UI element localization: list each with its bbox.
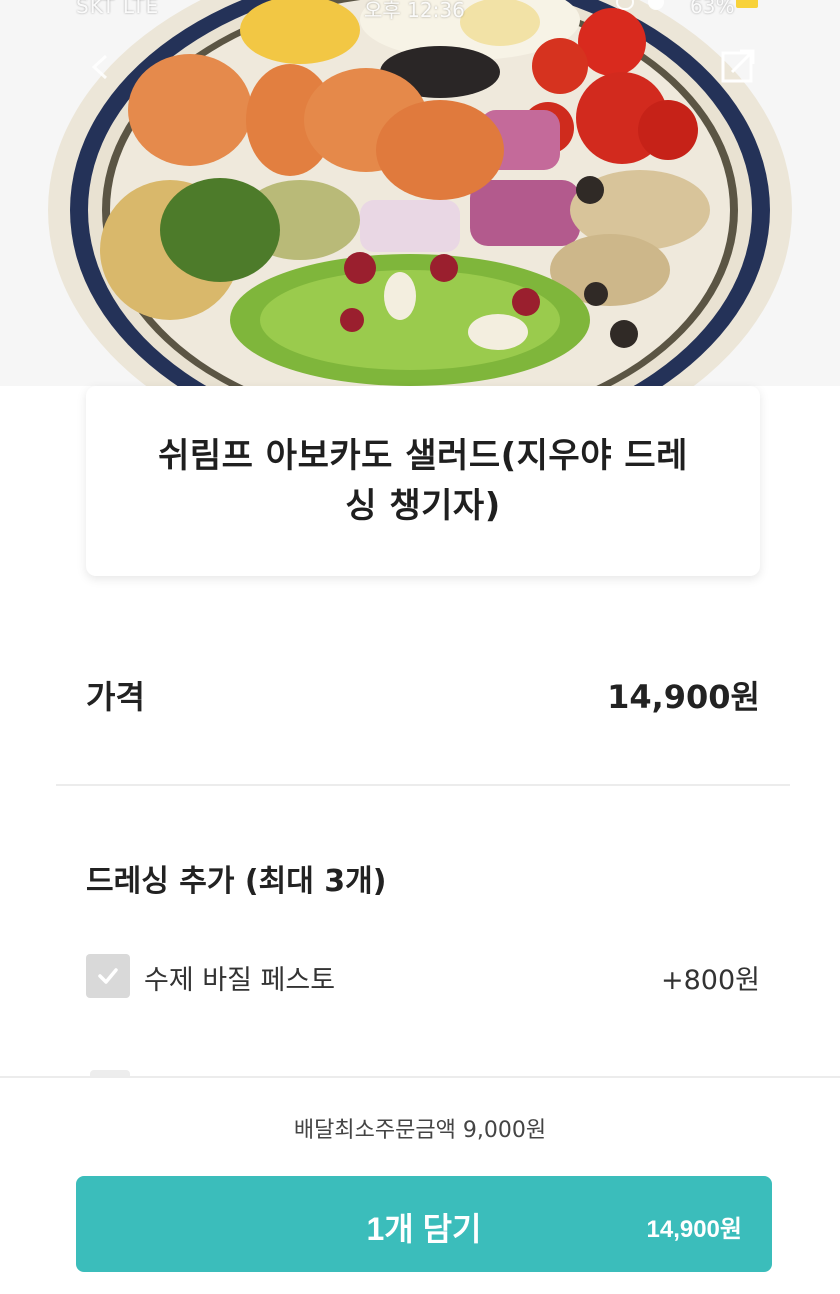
- share-icon: [721, 49, 755, 83]
- dressing-section-title: 드레싱 추가 (최대 3개): [86, 864, 387, 899]
- price-label: 가격: [86, 678, 145, 716]
- price-row: 가격 14,900원: [86, 668, 760, 718]
- divider: [56, 784, 790, 786]
- product-image: SKT LTE 오후 12:36 63%: [0, 0, 840, 386]
- battery-icon: [736, 0, 758, 8]
- share-button[interactable]: [720, 48, 756, 84]
- bluetooth-icon: [648, 0, 664, 10]
- clock: 오후 12:36: [364, 0, 465, 22]
- salad-photo: [48, 0, 792, 386]
- option-label: 수제 바질 페스토: [144, 965, 336, 996]
- min-order-amount: 배달최소주문금액 9,000원: [293, 1118, 547, 1143]
- product-title-card: 쉬림프 아보카도 샐러드(지우야 드레싱 챙기자): [86, 386, 760, 576]
- add-button-price: 14,900원: [646, 1216, 743, 1243]
- option-price: +800원: [661, 965, 760, 996]
- product-title: 쉬림프 아보카도 샐러드(지우야 드레싱 챙기자): [158, 436, 688, 526]
- battery-percent: 63%: [690, 0, 735, 18]
- back-button[interactable]: [86, 52, 116, 82]
- option-checkbox[interactable]: [86, 954, 130, 998]
- carrier-label: SKT LTE: [76, 0, 160, 18]
- add-to-cart-button[interactable]: 1개 담기 14,900원: [76, 1176, 772, 1272]
- status-bar: SKT LTE 오후 12:36 63%: [0, 0, 840, 22]
- check-icon: [98, 968, 118, 984]
- dressing-option-basil-pesto[interactable]: 수제 바질 페스토 +800원: [86, 952, 760, 1000]
- alarm-icon: [616, 0, 634, 10]
- back-arrow-icon: [91, 54, 108, 80]
- price-value: 14,900원: [607, 678, 760, 716]
